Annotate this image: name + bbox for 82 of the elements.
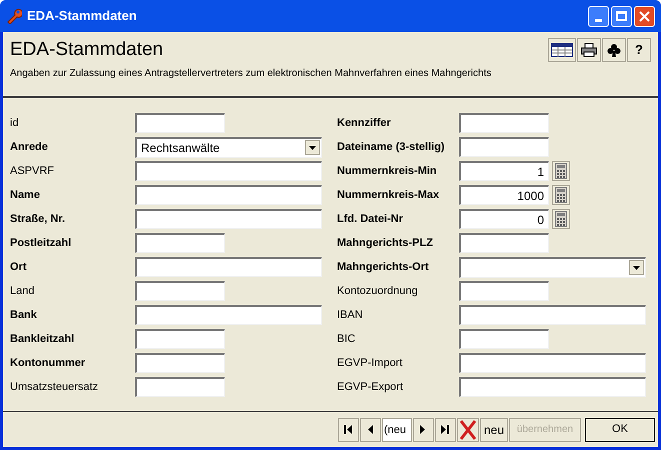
skip-forward-icon xyxy=(441,425,450,434)
ok-button[interactable]: OK xyxy=(585,418,655,442)
text-field[interactable] xyxy=(459,233,549,253)
dropdown-field[interactable] xyxy=(459,256,646,278)
first-record-button[interactable] xyxy=(338,418,359,442)
text-field[interactable] xyxy=(135,233,225,253)
text-field[interactable] xyxy=(459,329,549,349)
calculator-icon xyxy=(555,211,567,227)
field-label: Postleitzahl xyxy=(10,236,72,251)
text-field[interactable] xyxy=(135,329,225,349)
next-record-button[interactable] xyxy=(412,418,434,442)
close-icon xyxy=(639,10,650,22)
field-label: Umsatzsteuersatz xyxy=(10,380,100,395)
table-button[interactable] xyxy=(548,38,576,62)
field-label: Mahngerichts-Ort xyxy=(337,260,430,275)
field-label: Lfd. Datei-Nr xyxy=(337,212,404,227)
field-label: Dateiname (3-stellig) xyxy=(337,140,446,155)
field-label: Nummernkreis-Max xyxy=(337,188,440,203)
text-field[interactable] xyxy=(135,377,225,397)
print-button[interactable] xyxy=(577,38,601,62)
text-field[interactable] xyxy=(135,113,225,133)
triangle-left-icon xyxy=(366,425,374,434)
field-label: Bank xyxy=(10,308,38,323)
field-label: id xyxy=(10,116,20,131)
field-label: EGVP-Export xyxy=(337,380,404,395)
wrench-icon xyxy=(6,8,22,24)
dropdown-field[interactable]: Rechtsanwälte xyxy=(135,136,322,158)
field-label: Bankleitzahl xyxy=(10,332,76,347)
field-label: Kennziffer xyxy=(337,116,392,131)
text-field[interactable] xyxy=(135,257,322,277)
calculator-button[interactable] xyxy=(552,209,570,229)
skip-back-icon xyxy=(344,425,352,434)
calculator-button[interactable] xyxy=(552,185,570,205)
page-subtitle: Angaben zur Zulassung eines Antragstellervertreters zum elektronischen Mahnverfahren eines Mahngerichts xyxy=(10,67,492,81)
printer-icon xyxy=(581,43,597,57)
options-button[interactable] xyxy=(602,38,626,62)
field-label: Name xyxy=(10,188,41,203)
text-field[interactable] xyxy=(459,305,646,325)
record-field[interactable]: (neu xyxy=(382,418,412,442)
text-field[interactable] xyxy=(135,353,225,373)
field-label: ASPVRF xyxy=(10,164,56,179)
field-label: Kontozuordnung xyxy=(337,284,419,299)
field-label: Anrede xyxy=(10,140,49,155)
window-title: EDA-Stammdaten xyxy=(27,7,137,26)
field-label: Ort xyxy=(10,260,28,275)
text-field[interactable] xyxy=(135,161,322,181)
text-field[interactable] xyxy=(459,353,646,373)
last-record-button[interactable] xyxy=(434,418,456,442)
text-field[interactable] xyxy=(459,281,549,301)
text-field[interactable] xyxy=(135,305,322,325)
new-button[interactable]: neu xyxy=(480,418,508,442)
number-field[interactable]: 1 xyxy=(459,161,549,181)
delete-button[interactable] xyxy=(456,418,479,442)
field-label: Mahngerichts-PLZ xyxy=(337,236,434,251)
club-icon xyxy=(607,43,621,57)
text-field[interactable] xyxy=(459,113,549,133)
number-field[interactable]: 1000 xyxy=(459,185,549,205)
page-title: EDA-Stammdaten xyxy=(10,38,164,62)
calculator-button[interactable] xyxy=(552,161,570,181)
text-field[interactable] xyxy=(135,209,322,229)
field-label: Straße, Nr. xyxy=(10,212,66,227)
text-field[interactable] xyxy=(135,185,322,205)
number-field[interactable]: 0 xyxy=(459,209,549,229)
table-icon xyxy=(551,43,573,57)
field-label: IBAN xyxy=(337,308,364,323)
field-label: EGVP-Import xyxy=(337,356,404,371)
field-label: Nummernkreis-Min xyxy=(337,164,438,179)
field-label: BIC xyxy=(337,332,356,347)
calculator-icon xyxy=(555,187,567,203)
text-field[interactable] xyxy=(459,137,549,157)
field-label: Kontonummer xyxy=(10,356,86,371)
previous-record-button[interactable] xyxy=(360,418,381,442)
triangle-right-icon xyxy=(419,425,428,434)
close-button[interactable] xyxy=(634,6,655,26)
delete-icon xyxy=(458,420,477,440)
help-button[interactable]: ? xyxy=(627,38,651,62)
field-label: Land xyxy=(10,284,36,299)
maximize-button[interactable] xyxy=(611,6,632,26)
calculator-icon xyxy=(555,163,567,179)
minimize-button[interactable] xyxy=(588,6,609,26)
text-field[interactable] xyxy=(459,377,646,397)
text-field[interactable] xyxy=(135,281,225,301)
